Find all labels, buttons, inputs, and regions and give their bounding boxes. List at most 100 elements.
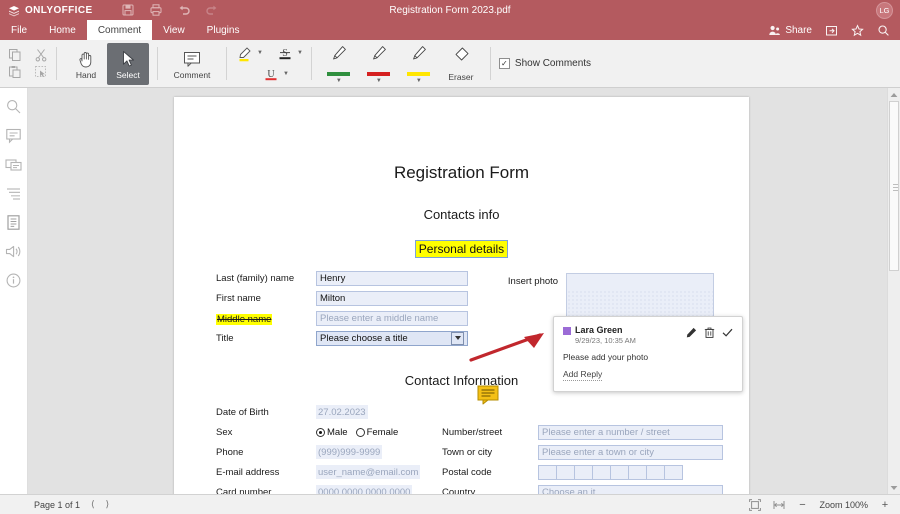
field-country-dropdown[interactable]: Choose an it...	[538, 485, 723, 495]
annotation-red-arrow[interactable]	[468, 329, 552, 370]
select-tool-button[interactable]: Select	[107, 43, 149, 85]
show-comments-toggle[interactable]: ✓ Show Comments	[499, 58, 591, 69]
avatar[interactable]: LG	[876, 2, 893, 19]
label-date-of-birth: Date of Birth	[216, 407, 316, 418]
field-phone[interactable]: (999)999-9999	[316, 445, 382, 459]
postal-code-box[interactable]	[574, 465, 593, 480]
radio-sex-female[interactable]: Female	[356, 427, 399, 438]
radio-sex-male[interactable]: Male	[316, 427, 348, 438]
tab-view[interactable]: View	[152, 20, 196, 40]
field-last-name[interactable]: Henry	[316, 271, 468, 286]
navigation-icon[interactable]	[5, 185, 22, 202]
zoom-in-button[interactable]: +	[880, 499, 890, 511]
search-icon[interactable]	[5, 98, 22, 115]
comment-timestamp: 9/29/23, 10:35 AM	[575, 336, 636, 345]
redo-icon[interactable]	[205, 3, 219, 17]
postal-code-box[interactable]	[556, 465, 575, 480]
underline-icon[interactable]: U	[261, 65, 281, 83]
comments-icon[interactable]	[5, 127, 22, 144]
select-all-icon[interactable]	[34, 65, 48, 79]
postal-code-box[interactable]	[592, 465, 611, 480]
hand-tool-button[interactable]: Hand	[65, 43, 107, 85]
comment-bubble-icon	[181, 48, 203, 70]
comment-header: Lara Green 9/29/23, 10:35 AM	[563, 325, 733, 345]
comment-popup[interactable]: Lara Green 9/29/23, 10:35 AM	[553, 316, 743, 392]
tab-home[interactable]: Home	[38, 20, 87, 40]
chat-icon[interactable]	[5, 156, 22, 173]
about-icon[interactable]	[5, 272, 22, 289]
resolve-comment-icon[interactable]	[722, 325, 733, 336]
underline-color-chevron-down-icon[interactable]: ▼	[283, 71, 289, 77]
field-email[interactable]: user_name@email.com	[316, 465, 420, 479]
comment-tool-label: Comment	[174, 71, 211, 80]
label-title: Title	[216, 333, 316, 344]
strikeout-color-chevron-down-icon[interactable]: ▼	[297, 50, 303, 56]
zoom-level-label[interactable]: Zoom 100%	[819, 500, 868, 510]
add-comment-button[interactable]: Comment	[166, 43, 218, 85]
field-date-of-birth[interactable]: 27.02.2023	[316, 405, 368, 419]
highlight-icon[interactable]	[235, 44, 255, 62]
vertical-scrollbar[interactable]	[887, 88, 900, 494]
save-icon[interactable]	[121, 3, 135, 17]
thumbnails-icon[interactable]	[5, 214, 22, 231]
postal-code-box[interactable]	[646, 465, 665, 480]
highlight-color-chevron-down-icon[interactable]: ▼	[257, 50, 263, 56]
fit-to-page-icon[interactable]	[749, 499, 761, 511]
pen-green-button[interactable]: ▼	[320, 42, 358, 86]
document-subsection-personal-details[interactable]: Personal details	[416, 241, 507, 257]
postal-code-box[interactable]	[628, 465, 647, 480]
pen-green-chevron-down-icon[interactable]: ▼	[336, 78, 342, 84]
field-card-number[interactable]: 0000 0000 0000 0000	[316, 485, 412, 494]
pen-red-chevron-down-icon[interactable]: ▼	[376, 78, 382, 84]
label-postal-code: Postal code	[442, 467, 538, 478]
field-town-or-city[interactable]: Please enter a town or city	[538, 445, 723, 460]
chevron-down-icon[interactable]	[451, 332, 464, 345]
cut-icon[interactable]	[34, 48, 48, 62]
form-row-country: Country Choose an it...	[442, 482, 732, 494]
chevron-right-icon[interactable]: ⟩	[106, 499, 110, 510]
eraser-button[interactable]: Eraser	[440, 45, 482, 82]
eraser-label: Eraser	[448, 72, 473, 82]
share-button[interactable]: Share	[768, 24, 812, 37]
chevron-left-icon[interactable]: ⟨	[91, 499, 95, 510]
postal-code-box[interactable]	[664, 465, 683, 480]
tab-file[interactable]: File	[0, 20, 38, 40]
star-icon[interactable]	[851, 24, 864, 37]
tab-plugins[interactable]: Plugins	[196, 20, 251, 40]
delete-comment-icon[interactable]	[704, 325, 715, 336]
zoom-out-button[interactable]: −	[797, 499, 807, 511]
open-file-location-icon[interactable]	[825, 24, 838, 37]
form-row-date-of-birth: Date of Birth 27.02.2023	[216, 402, 431, 422]
postal-code-box[interactable]	[538, 465, 557, 480]
scroll-up-arrow-icon[interactable]	[888, 88, 900, 101]
field-first-name[interactable]: Milton	[316, 291, 468, 306]
paste-icon[interactable]	[8, 65, 22, 79]
postal-code-box[interactable]	[610, 465, 629, 480]
copy-icon[interactable]	[8, 48, 22, 62]
field-middle-name[interactable]: Please enter a middle name	[316, 311, 468, 326]
document-canvas[interactable]: Registration Form Contacts info Personal…	[28, 88, 900, 494]
edit-comment-icon[interactable]	[686, 325, 697, 336]
fit-to-width-icon[interactable]	[773, 499, 785, 511]
pen-red-button[interactable]: ▼	[360, 42, 398, 86]
checkbox-icon[interactable]: ✓	[499, 58, 510, 69]
field-title-value: Please choose a title	[320, 333, 408, 344]
form-row-email: E-mail address user_name@email.com	[216, 462, 431, 482]
strikeout-icon[interactable]: S	[275, 44, 295, 62]
tab-comment[interactable]: Comment	[87, 20, 152, 40]
search-icon[interactable]	[877, 24, 890, 37]
field-postal-code[interactable]	[538, 465, 682, 480]
label-middle-name[interactable]: Middle name	[216, 314, 272, 325]
pen-yellow-chevron-down-icon[interactable]: ▼	[416, 78, 422, 84]
field-title-dropdown[interactable]: Please choose a title	[316, 331, 468, 346]
print-icon[interactable]	[149, 3, 163, 17]
comment-group: Comment	[158, 42, 226, 85]
scroll-down-arrow-icon[interactable]	[888, 481, 900, 494]
undo-icon[interactable]	[177, 3, 191, 17]
pdf-page[interactable]: Registration Form Contacts info Personal…	[174, 97, 749, 494]
feedback-icon[interactable]	[5, 243, 22, 260]
field-number-street[interactable]: Please enter a number / street	[538, 425, 723, 440]
pen-yellow-button[interactable]: ▼	[400, 42, 438, 86]
add-reply-link[interactable]: Add Reply	[563, 369, 602, 381]
scrollbar-thumb[interactable]	[889, 101, 899, 271]
